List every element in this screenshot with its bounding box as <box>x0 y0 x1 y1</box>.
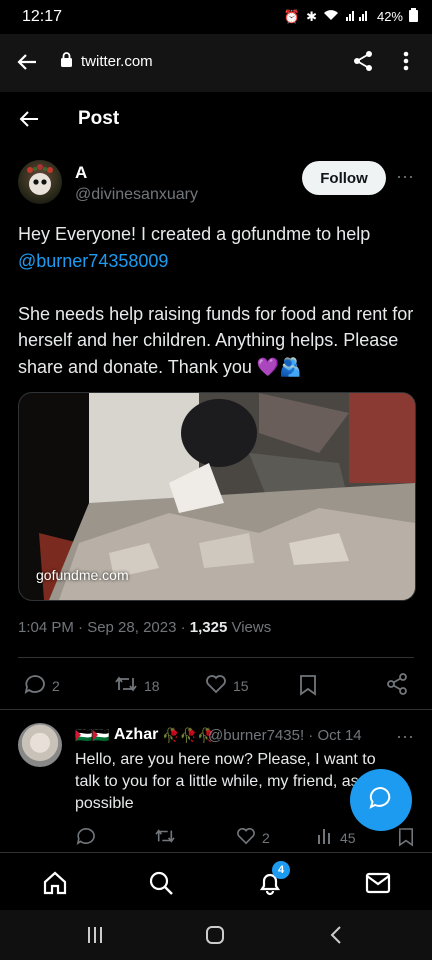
lock-icon <box>60 52 73 71</box>
url-text: twitter.com <box>81 53 153 70</box>
divider <box>0 709 432 710</box>
search-icon[interactable] <box>148 870 174 901</box>
views-label: Views <box>227 619 272 636</box>
reply-bookmark-icon[interactable] <box>398 827 414 852</box>
status-time: 12:17 <box>22 8 63 25</box>
browser-toolbar: twitter.com <box>0 34 432 92</box>
divider <box>18 657 414 658</box>
reply-handle[interactable]: @burner7435! · Oct 14 <box>208 727 362 744</box>
mail-icon[interactable] <box>365 872 391 899</box>
battery-percent: 42% <box>376 9 403 24</box>
back-button-icon[interactable] <box>330 926 342 949</box>
tweet-text: Hey Everyone! I created a gofundme to he… <box>18 221 416 380</box>
flag-emojis: 🇵🇸🇵🇸 <box>75 726 110 743</box>
rose-emojis: 🥀🥀🥀 <box>162 726 215 743</box>
reply-author[interactable]: 🇵🇸🇵🇸 Azhar 🥀🥀🥀 <box>75 726 215 744</box>
browser-menu-icon[interactable] <box>403 51 409 76</box>
retweet-icon <box>114 674 138 697</box>
reply-retweet-icon[interactable] <box>154 827 176 850</box>
media-link-label: gofundme.com <box>36 567 129 583</box>
bluetooth-icon: ✱ <box>306 8 317 24</box>
alarm-icon: ⏰ <box>283 8 301 24</box>
message-bubble-icon <box>368 785 394 816</box>
like-count: 15 <box>233 677 249 694</box>
android-nav-bar <box>0 910 432 960</box>
status-icons: ⏰ ✱ 42% <box>284 8 418 25</box>
share-post-icon[interactable] <box>386 673 408 700</box>
comment-icon <box>24 674 46 697</box>
reply-comment-icon[interactable] <box>76 827 96 850</box>
share-icon[interactable] <box>352 50 374 77</box>
back-icon[interactable] <box>18 108 40 135</box>
compose-button[interactable] <box>350 769 412 831</box>
follow-button[interactable]: Follow <box>302 161 386 195</box>
tweet-text-paragraph: She needs help raising funds for food an… <box>18 303 414 377</box>
reply-like-count: 2 <box>262 829 270 846</box>
author-name[interactable]: A <box>75 163 87 183</box>
reply-author-name: Azhar <box>113 726 159 743</box>
views-count: 1,325 <box>189 619 228 636</box>
home-icon[interactable] <box>42 870 68 901</box>
bottom-nav <box>0 852 432 911</box>
author-avatar[interactable] <box>18 160 62 204</box>
page-title: Post <box>78 108 120 129</box>
status-bar: 12:17 ⏰ ✱ 42% <box>0 0 432 34</box>
reply-like-action[interactable]: 2 <box>236 827 270 848</box>
notification-badge: 4 <box>272 861 290 879</box>
battery-icon <box>409 8 418 25</box>
url-bar[interactable]: twitter.com <box>60 52 153 71</box>
browser-back-icon[interactable] <box>16 51 38 78</box>
views-chart-icon <box>316 827 334 848</box>
mention-link[interactable]: @burner74358009 <box>18 248 416 275</box>
reply-avatar[interactable] <box>18 723 62 767</box>
heart-icon <box>205 674 227 697</box>
reply-count: 2 <box>52 677 60 694</box>
post-header: Post <box>0 92 432 146</box>
reply-text: Hello, are you here now? Please, I want … <box>75 751 381 812</box>
like-action[interactable]: 15 <box>205 674 249 697</box>
retweet-count: 18 <box>144 677 160 694</box>
author-handle[interactable]: @divinesanxuary <box>75 186 198 204</box>
signal-icon <box>345 9 371 24</box>
retweet-action[interactable]: 18 <box>114 674 160 697</box>
timestamp: 1:04 PM · Sep 28, 2023 · <box>18 619 190 636</box>
reply-views-action[interactable]: 45 <box>316 827 356 848</box>
tweet-more-icon[interactable]: ··· <box>396 166 414 187</box>
wifi-icon <box>323 9 339 24</box>
home-button-icon[interactable] <box>205 925 225 950</box>
reply-views-count: 45 <box>340 829 356 846</box>
tweet-meta: 1:04 PM · Sep 28, 2023 · 1,325 Views <box>18 619 271 636</box>
reply-heart-icon <box>236 827 256 848</box>
bookmark-icon[interactable] <box>299 674 317 701</box>
recent-apps-icon[interactable] <box>86 926 104 949</box>
tweet-text-line1: Hey Everyone! I created a gofundme to he… <box>18 224 371 244</box>
reply-more-icon[interactable]: ··· <box>396 726 414 747</box>
reply-action[interactable]: 2 <box>24 674 60 697</box>
